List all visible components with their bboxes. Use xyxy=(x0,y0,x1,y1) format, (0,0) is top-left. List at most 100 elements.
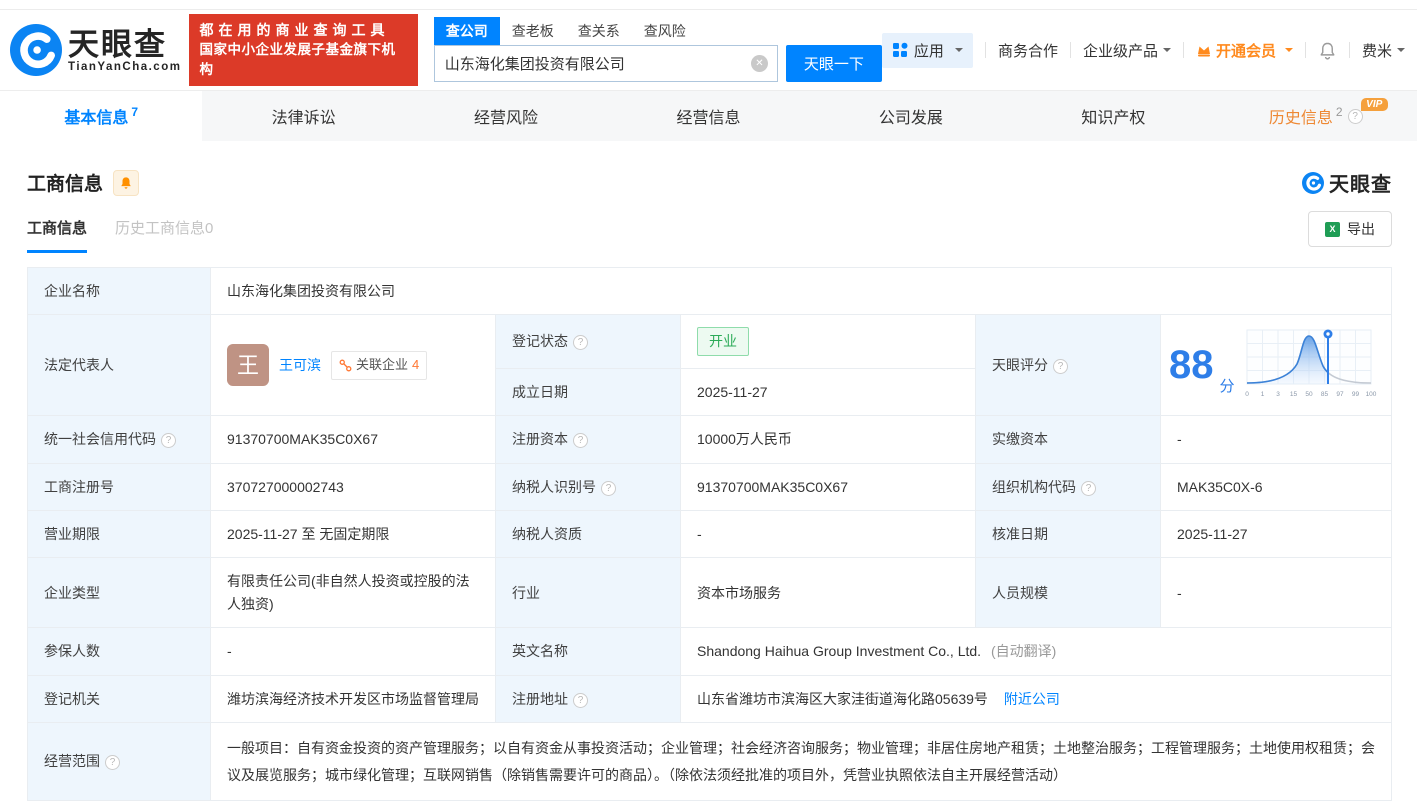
establish-date-value: 2025-11-27 xyxy=(680,367,976,417)
chevron-down-icon xyxy=(1162,48,1171,56)
apps-button[interactable]: 应用 xyxy=(881,32,973,68)
related-companies-badge[interactable]: 关联企业 4 xyxy=(331,350,428,380)
taxpayer-quality-value: - xyxy=(680,509,976,559)
user-menu[interactable]: 费米 xyxy=(1362,40,1405,61)
search-input[interactable] xyxy=(433,44,778,82)
reg-capital-label: 注册资本 xyxy=(495,415,681,464)
tianyancha-watermark: 天眼查 xyxy=(1302,168,1392,197)
help-icon[interactable] xyxy=(105,755,120,771)
vip-member-label: 开通会员 xyxy=(1215,42,1276,60)
brand-name: 天眼查 xyxy=(68,26,167,62)
tab-label: 经营风险 xyxy=(474,110,539,127)
svg-text:99: 99 xyxy=(1351,391,1359,398)
score-label: 天眼评分 xyxy=(975,314,1161,417)
search-tab-boss[interactable]: 查老板 xyxy=(500,17,566,45)
apps-label: 应用 xyxy=(913,42,944,60)
search-tab-relation[interactable]: 查关系 xyxy=(566,17,632,45)
related-companies-count: 4 xyxy=(412,356,420,372)
business-scope-label: 经营范围 xyxy=(27,721,211,802)
related-companies-icon xyxy=(339,359,352,372)
tab-intellectual-property[interactable]: 知识产权 xyxy=(1012,91,1214,141)
help-icon[interactable] xyxy=(601,480,616,496)
top-divider xyxy=(0,0,1417,10)
search-tab-risk[interactable]: 查风险 xyxy=(632,17,698,45)
notification-bell-icon[interactable] xyxy=(1318,41,1337,60)
help-icon[interactable] xyxy=(161,433,176,449)
tab-label: 基本信息 xyxy=(64,110,129,127)
brand-slogan: 都在用的商业查询工具 国家中小企业发展子基金旗下机构 xyxy=(189,14,418,86)
taxpayer-quality-label: 纳税人资质 xyxy=(495,509,681,559)
vip-crown-icon xyxy=(1197,46,1210,57)
vip-member-link[interactable]: 开通会员 xyxy=(1196,40,1293,61)
tab-operational-risk[interactable]: 经营风险 xyxy=(405,91,607,141)
biz-cooperation-link[interactable]: 商务合作 xyxy=(998,40,1058,61)
nearby-companies-link[interactable]: 附近公司 xyxy=(1004,691,1060,707)
approval-date-value: 2025-11-27 xyxy=(1160,509,1392,559)
legal-rep-link[interactable]: 王可滨 xyxy=(279,354,321,376)
divider xyxy=(1304,42,1306,58)
section-title: 工商信息 xyxy=(27,174,104,195)
paid-capital-value: - xyxy=(1160,415,1392,464)
taxpayer-id-value: 91370700MAK35C0X67 xyxy=(680,462,976,511)
apps-grid-icon xyxy=(892,42,908,57)
tab-count: 7 xyxy=(131,105,139,119)
tab-basic-info[interactable]: 基本信息 7 xyxy=(0,91,203,141)
svg-text:3: 3 xyxy=(1276,391,1280,398)
row-company-name: 企业名称 山东海化集团投资有限公司 xyxy=(27,266,1392,316)
subtab-business-registration[interactable]: 工商信息 xyxy=(27,217,88,253)
search-button[interactable]: 天眼一下 xyxy=(785,44,882,82)
tab-label: 公司发展 xyxy=(878,110,943,127)
score-value-cell: 88 分 0 1 3 15 50 85 97 99 100 xyxy=(1160,314,1392,417)
tab-company-development[interactable]: 公司发展 xyxy=(810,91,1012,141)
credit-code-value: 91370700MAK35C0X67 xyxy=(210,415,496,464)
search-tab-company[interactable]: 查公司 xyxy=(433,16,500,45)
help-icon[interactable] xyxy=(1081,480,1096,496)
top-nav: 应用 商务合作 企业级产品 开通会员 费米 xyxy=(881,32,1405,68)
chevron-down-icon xyxy=(1397,48,1405,56)
company-type-value: 有限责任公司(非自然人投资或控股的法人独资) xyxy=(210,557,496,629)
content: 工商信息 天眼查 工商信息 历史工商信息0 导出 xyxy=(0,168,1417,802)
row-scope: 经营范围 一般项目：自有资金投资的资产管理服务；以自有资金从事投资活动；企业管理… xyxy=(27,721,1392,802)
establish-date-label: 成立日期 xyxy=(495,367,681,417)
divider xyxy=(984,42,986,58)
row-term: 营业期限 2025-11-27 至 无固定期限 纳税人资质 - 核准日期 202… xyxy=(27,509,1392,559)
tab-legal-litigation[interactable]: 法律诉讼 xyxy=(202,91,404,141)
related-companies-label: 关联企业 xyxy=(356,356,409,372)
chevron-down-icon xyxy=(1284,48,1293,56)
subtab-history-registration[interactable]: 历史工商信息0 xyxy=(115,217,213,253)
enterprise-products-link[interactable]: 企业级产品 xyxy=(1083,40,1171,61)
avatar[interactable]: 王 xyxy=(227,344,269,387)
svg-text:85: 85 xyxy=(1320,391,1328,398)
reg-authority-value: 潍坊滨海经济技术开发区市场监督管理局 xyxy=(210,674,496,723)
search-block: 查公司 查老板 查关系 查风险 天眼一下 xyxy=(433,16,882,82)
english-name-value: Shandong Haihua Group Investment Co., Lt… xyxy=(680,627,1392,676)
score-unit: 分 xyxy=(1219,378,1235,396)
reg-capital-value: 10000万人民币 xyxy=(680,415,976,464)
divider xyxy=(1069,42,1071,58)
subscribe-bell-icon[interactable] xyxy=(113,169,140,196)
svg-text:0: 0 xyxy=(1245,391,1249,398)
tab-label: 知识产权 xyxy=(1081,110,1146,127)
help-icon[interactable] xyxy=(573,433,588,449)
help-icon[interactable] xyxy=(573,692,588,708)
tab-count: 2 xyxy=(1335,105,1343,119)
tianyancha-logo[interactable]: 天眼查 TianYanCha.com xyxy=(10,24,181,76)
score-distribution-chart: 0 1 3 15 50 85 97 99 100 xyxy=(1245,329,1376,398)
clear-icon[interactable] xyxy=(750,54,768,72)
legal-rep-value: 王 王可滨 关联企业 4 xyxy=(210,314,496,417)
industry-label: 行业 xyxy=(495,557,681,629)
help-icon[interactable] xyxy=(1053,359,1068,375)
tab-label: 法律诉讼 xyxy=(271,110,336,127)
help-icon[interactable] xyxy=(573,335,588,351)
export-button[interactable]: 导出 xyxy=(1308,211,1392,247)
page: 天眼查 TianYanCha.com 都在用的商业查询工具 国家中小企业发展子基… xyxy=(0,0,1417,803)
reg-status-label: 登记状态 xyxy=(495,314,681,369)
row-codes-1: 统一社会信用代码 91370700MAK35C0X67 注册资本 10000万人… xyxy=(27,415,1392,464)
tab-business-info[interactable]: 经营信息 xyxy=(607,91,809,141)
paid-capital-label: 实缴资本 xyxy=(975,415,1161,464)
reg-address-value: 山东省潍坊市滨海区大家洼街道海化路05639号 附近公司 xyxy=(680,674,1392,723)
tab-history-info[interactable]: VIP 历史信息 2 xyxy=(1215,91,1417,141)
reg-authority-label: 登记机关 xyxy=(27,674,211,723)
svg-text:1: 1 xyxy=(1260,391,1264,398)
export-label: 导出 xyxy=(1347,221,1375,237)
